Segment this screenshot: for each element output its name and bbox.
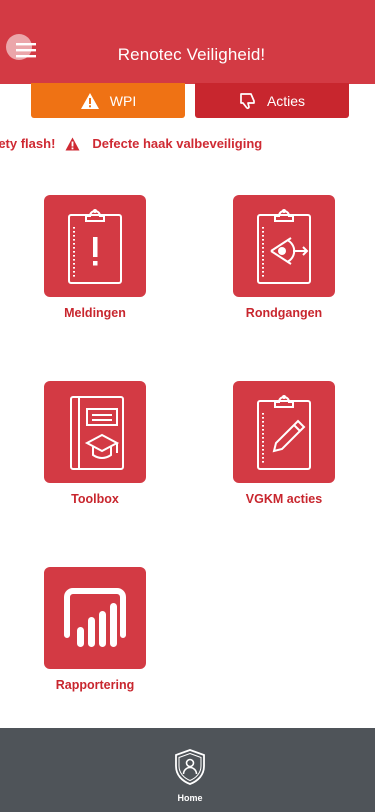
- ticker-message: Defecte haak valbeveiliging: [92, 136, 263, 151]
- tile-toolbox-label: Toolbox: [71, 492, 119, 506]
- toolbox-book-icon: [70, 396, 124, 470]
- warning-triangle-icon: [65, 137, 80, 151]
- shield-user-icon: [175, 749, 205, 785]
- tile-rondgangen-box: [233, 195, 335, 297]
- tile-rapportering-label: Rapportering: [55, 678, 135, 692]
- acties-button[interactable]: Acties: [195, 83, 349, 118]
- safety-flash-ticker: fety flash! Defecte haak valbeveiliging: [0, 136, 262, 151]
- app-header: Renotec Veiligheid!: [0, 0, 375, 84]
- tile-toolbox-box: [44, 381, 146, 483]
- tile-toolbox[interactable]: Toolbox: [43, 381, 147, 506]
- tile-vgkm-acties-label: VGKM acties: [245, 492, 323, 506]
- app-title: Renotec Veiligheid!: [117, 45, 266, 64]
- clipboard-pencil-icon: [257, 395, 311, 470]
- tab-home-label: Home: [177, 793, 203, 803]
- tile-vgkm-acties[interactable]: VGKM acties: [232, 381, 336, 506]
- report-chart-icon: [64, 588, 126, 647]
- tile-meldingen-box: [44, 195, 146, 297]
- warning-triangle-icon: [80, 92, 99, 109]
- tab-home[interactable]: Home: [160, 748, 220, 803]
- tile-rapportering-box: [44, 567, 146, 669]
- clipboard-exclamation-icon: [68, 209, 122, 284]
- wpi-button[interactable]: WPI: [31, 83, 185, 118]
- ticker-prefix: fety flash!: [0, 136, 56, 151]
- tile-rapportering[interactable]: Rapportering: [43, 567, 147, 692]
- wpi-button-label: WPI: [109, 92, 137, 109]
- tile-vgkm-acties-box: [233, 381, 335, 483]
- tile-rondgangen[interactable]: Rondgangen: [232, 195, 336, 320]
- bottom-tab-bar: Home: [0, 728, 375, 812]
- thumbs-down-icon: [240, 92, 255, 109]
- tile-rondgangen-label: Rondgangen: [245, 306, 323, 320]
- clipboard-eye-icon: [257, 209, 311, 284]
- acties-button-label: Acties: [266, 92, 306, 109]
- tile-meldingen-label: Meldingen: [64, 306, 126, 320]
- tile-meldingen[interactable]: Meldingen: [43, 195, 147, 320]
